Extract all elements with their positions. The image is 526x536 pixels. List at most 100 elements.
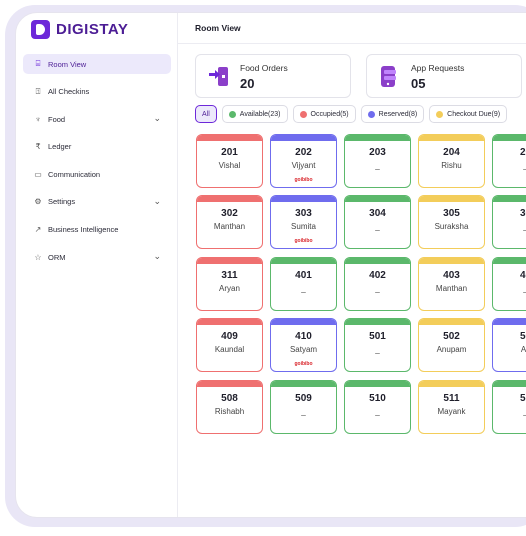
sidebar-item-room-view[interactable]: ⌸ Room View [23,54,171,74]
room-number: 20 [519,147,526,158]
room-number: 501 [369,331,386,342]
room-number: 40 [519,270,526,281]
sidebar-item-settings[interactable]: ⚙ Settings ⌄ [23,192,171,212]
filter-label: All [202,110,210,118]
room-card[interactable]: 50 Ak [492,318,526,372]
room-guest: _ [375,345,380,354]
room-guest: Manthan [435,284,468,293]
room-number: 303 [295,208,312,219]
room-guest: Manthan [213,222,246,231]
sidebar: DIGISTAY ⌸ Room View ⍐ All Checkins ♆ Food ⌄ ₹ L… [16,13,178,517]
room-status-bar [493,258,526,264]
sidebar-item-label: Settings [48,197,76,207]
logo-text: DIGISTAY [56,21,129,38]
status-filters: All Available(23) Occupied(5) Reserved(8) Ch… [195,105,508,123]
room-status-bar [197,135,262,141]
chevron-down-icon[interactable]: ⌄ [153,113,161,124]
room-card[interactable]: 201 Vishal [196,134,263,188]
room-number: 509 [295,393,312,404]
booking-source-logo: goibibo [294,177,313,183]
room-card[interactable]: 303 Sumita goibibo [270,195,337,249]
room-number: 401 [295,270,312,281]
room-status-bar [345,319,410,325]
room-guest: _ [375,222,380,231]
room-status-bar [419,258,484,264]
app-requests-card[interactable]: App Requests 05 [366,54,522,98]
room-status-bar [271,258,336,264]
room-guest: Mayank [437,407,466,416]
room-card[interactable]: 502 Anupam [418,318,485,372]
room-number: 311 [221,270,238,281]
room-card[interactable]: 40 _ [492,257,526,311]
filter-chip-reserved[interactable]: Reserved(8) [360,105,425,123]
sidebar-item-label: Communication [48,169,101,179]
filter-chip-checkout-due[interactable]: Checkout Due(9) [429,105,508,123]
room-number: 502 [443,331,460,342]
sidebar-item-ledger[interactable]: ₹ Ledger [23,137,171,157]
room-status-bar [345,135,410,141]
filter-chip-available[interactable]: Available(23) [221,105,288,123]
room-status-bar [345,381,410,387]
room-guest: _ [493,407,526,416]
sidebar-item-all-checkins[interactable]: ⍐ All Checkins [23,82,171,102]
room-card[interactable]: 20 _ [492,134,526,188]
sidebar-item-orm[interactable]: ☆ ORM ⌄ [23,247,171,267]
sidebar-item-business-intelligence[interactable]: ↗ Business Intelligence [23,220,171,240]
room-card[interactable]: 508 Rishabh [196,380,263,434]
chevron-down-icon[interactable]: ⌄ [153,196,161,207]
status-dot [228,110,236,118]
room-number: 51 [519,393,526,404]
room-card[interactable]: 509 _ [270,380,337,434]
room-card[interactable]: 51 _ [492,380,526,434]
room-card[interactable]: 510 _ [344,380,411,434]
page-header: Room View [178,13,526,44]
room-guest: Kaundal [214,345,245,354]
filter-chip-occupied[interactable]: Occupied(5) [292,105,356,123]
room-card[interactable]: 304 _ [344,195,411,249]
room-number: 403 [443,270,460,281]
room-guest: _ [493,284,526,293]
food-orders-value: 20 [240,76,255,91]
room-card[interactable]: 204 Rishu [418,134,485,188]
room-status-bar [419,196,484,202]
booking-source-logo: goibibo [294,238,313,244]
room-guest: _ [375,284,380,293]
app-logo[interactable]: DIGISTAY [31,20,128,39]
room-number: 305 [443,208,460,219]
room-status-bar [419,319,484,325]
room-card[interactable]: 402 _ [344,257,411,311]
room-card[interactable]: 302 Manthan [196,195,263,249]
room-status-bar [493,319,526,325]
room-number: 410 [295,331,312,342]
room-card[interactable]: 409 Kaundal [196,318,263,372]
sidebar-item-communication[interactable]: ▭ Communication [23,164,171,184]
room-number: 402 [369,270,386,281]
room-card[interactable]: 401 _ [270,257,337,311]
room-number: 30 [519,208,526,219]
food-order-icon [209,67,228,86]
room-card[interactable]: 311 Aryan [196,257,263,311]
room-card[interactable]: 30 _ [492,195,526,249]
room-status-bar [419,135,484,141]
sidebar-item-label: All Checkins [48,87,90,97]
sidebar-item-label: Room View [48,59,87,69]
room-card[interactable]: 410 Satyam goibibo [270,318,337,372]
room-card[interactable]: 403 Manthan [418,257,485,311]
food-orders-card[interactable]: Food Orders 20 [195,54,351,98]
room-status-bar [493,135,526,141]
room-card[interactable]: 305 Suraksha [418,195,485,249]
chevron-down-icon[interactable]: ⌄ [153,251,161,262]
status-dot [367,110,375,118]
room-card[interactable]: 501 _ [344,318,411,372]
filter-chip-all[interactable]: All [195,105,217,123]
room-card[interactable]: 511 Mayank [418,380,485,434]
room-status-bar [419,381,484,387]
room-guest: Suraksha [434,222,469,231]
room-card[interactable]: 202 Vijyant goibibo [270,134,337,188]
room-card[interactable]: 203 _ [344,134,411,188]
room-number: 202 [295,147,312,158]
room-guest: Sumita [291,222,316,231]
sidebar-item-food[interactable]: ♆ Food ⌄ [23,109,171,129]
filter-label: Occupied(5) [310,110,349,118]
food-orders-label: Food Orders [240,63,288,73]
